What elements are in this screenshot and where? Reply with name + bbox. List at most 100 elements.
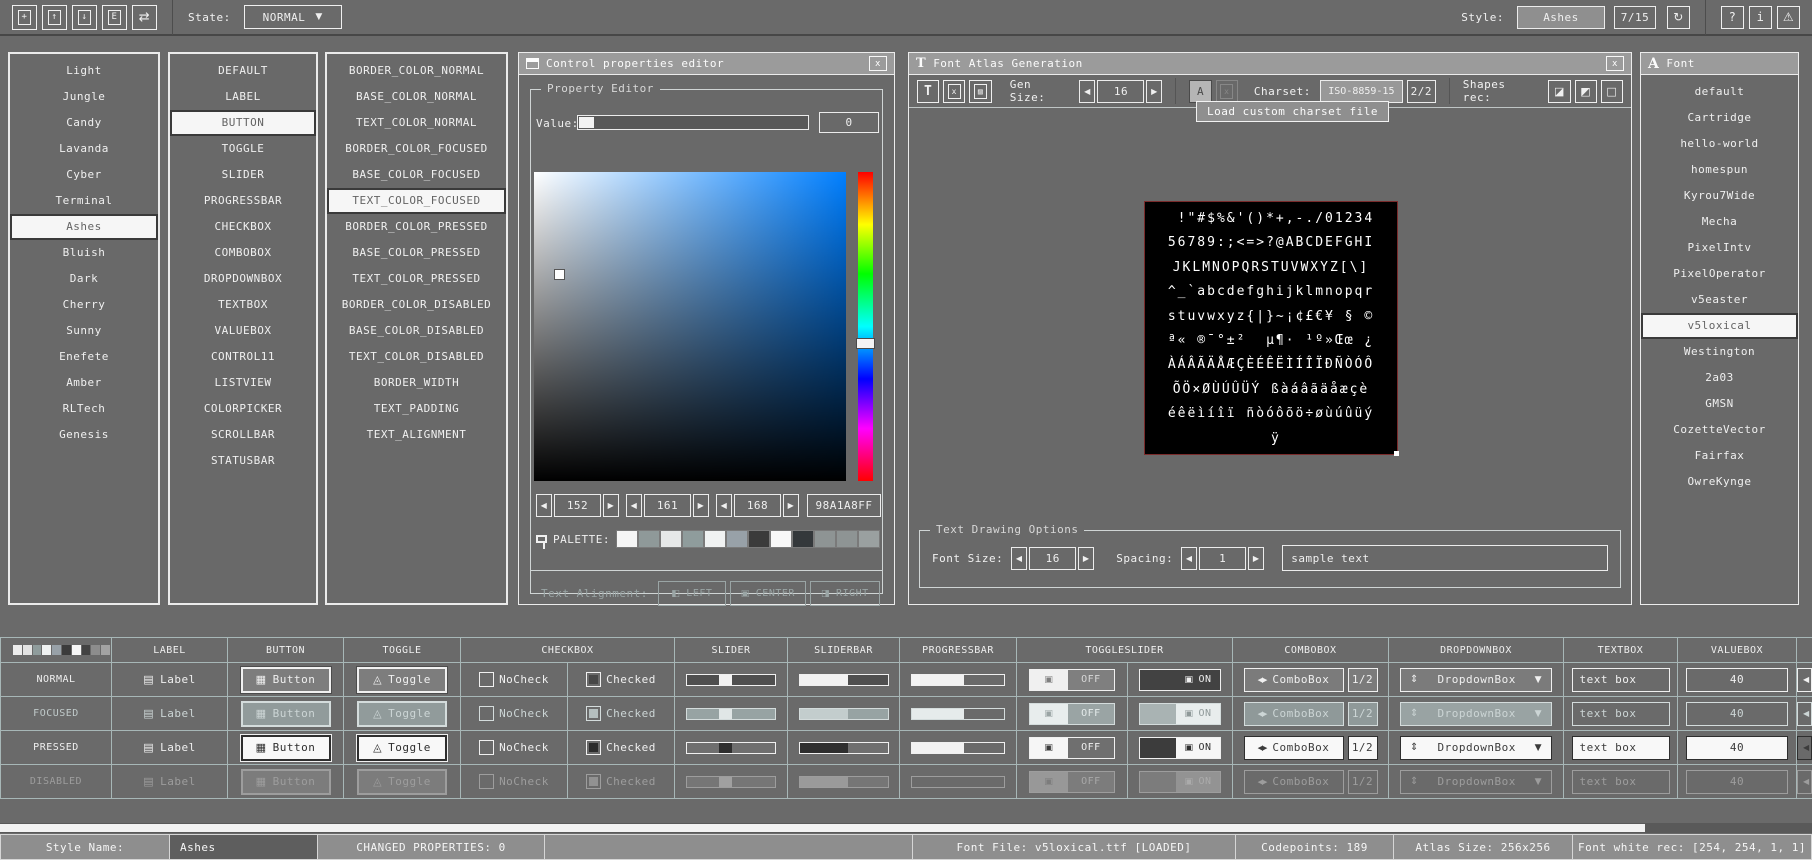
valuebox-control[interactable]: 40 [1686, 770, 1788, 794]
help-button[interactable]: ? [1721, 6, 1744, 29]
color-swatch[interactable] [836, 530, 858, 548]
list-item-enefete[interactable]: Enefete [10, 344, 158, 370]
gen-size-value[interactable]: 16 [1097, 80, 1144, 103]
spinner-right-icon[interactable]: ▶ [603, 494, 619, 517]
list-item-westington[interactable]: Westington [1641, 339, 1798, 365]
load-charset-button[interactable]: A [1189, 80, 1211, 103]
list-item-border-color-disabled[interactable]: BORDER_COLOR_DISABLED [327, 292, 506, 318]
font-panel-titlebar[interactable]: A Font [1641, 53, 1798, 75]
red-spinner[interactable]: ◀ 152 ▶ [536, 494, 619, 517]
checkbox-box[interactable] [479, 672, 494, 687]
list-item-border-color-focused[interactable]: BORDER_COLOR_FOCUSED [327, 136, 506, 162]
slider-control[interactable] [686, 742, 776, 754]
shapes-empty-button[interactable]: □ [1601, 80, 1623, 103]
spinner-right-icon[interactable]: ▶ [693, 494, 709, 517]
list-item-base-color-focused[interactable]: BASE_COLOR_FOCUSED [327, 162, 506, 188]
list-item-text-alignment[interactable]: TEXT_ALIGNMENT [327, 422, 506, 448]
combobox-counter[interactable]: 1/2 [1348, 702, 1378, 726]
textbox-control[interactable]: text box [1572, 668, 1670, 692]
spacing-spinner[interactable]: ◀ 1 ▶ [1181, 547, 1264, 570]
font-size-spinner[interactable]: ◀ 16 ▶ [1011, 547, 1094, 570]
dropdownbox-control[interactable]: ⇕DropdownBox▼ [1400, 770, 1552, 794]
list-item-amber[interactable]: Amber [10, 370, 158, 396]
list-item-2a03[interactable]: 2a03 [1641, 365, 1798, 391]
checkbox-box[interactable] [479, 706, 494, 721]
list-item-text-color-focused[interactable]: TEXT_COLOR_FOCUSED [327, 188, 506, 214]
unload-font-button[interactable]: x [943, 80, 965, 103]
color-swatch[interactable] [101, 645, 110, 655]
valuebox-control[interactable]: 40 [1686, 702, 1788, 726]
list-item-text-color-normal[interactable]: TEXT_COLOR_NORMAL [327, 110, 506, 136]
toggle-control[interactable]: ◬Toggle [357, 701, 447, 727]
properties-editor-titlebar[interactable]: Control properties editor x [519, 53, 894, 75]
spinner-partial-control[interactable]: ◀ [1797, 702, 1812, 726]
list-item-text-padding[interactable]: TEXT_PADDING [327, 396, 506, 422]
export-style-button[interactable]: E [102, 5, 127, 30]
dropdownbox-control[interactable]: ⇕DropdownBox▼ [1400, 702, 1552, 726]
list-item-default[interactable]: default [1641, 79, 1798, 105]
slider-thumb[interactable] [719, 709, 732, 719]
list-item-border-width[interactable]: BORDER_WIDTH [327, 370, 506, 396]
hex-color-value[interactable]: 98A1A8FF [807, 494, 881, 517]
toggleslider-off-control[interactable]: ▣OFF [1029, 703, 1115, 725]
color-swatch[interactable] [33, 645, 42, 655]
color-swatch[interactable] [52, 645, 61, 655]
slider-control[interactable] [686, 776, 776, 788]
checkbox-checked-control[interactable]: Checked [586, 774, 656, 789]
color-picker[interactable] [534, 172, 846, 481]
spinner-right-icon[interactable]: ▶ [1146, 80, 1162, 103]
toggleslider-knob[interactable]: ▣ [1030, 670, 1068, 690]
spinner-left-icon[interactable]: ◀ [536, 494, 552, 517]
atlas-resize-handle[interactable] [1394, 451, 1399, 456]
about-button[interactable]: i [1749, 6, 1772, 29]
scrollbar-thumb[interactable] [0, 824, 1645, 832]
load-style-button[interactable]: ↑ [42, 5, 67, 30]
toggleslider-on-control[interactable]: ▣ON [1139, 737, 1221, 759]
color-swatch[interactable] [704, 530, 726, 548]
textbox-control[interactable]: text box [1572, 702, 1670, 726]
sample-text-input[interactable]: sample text [1282, 545, 1608, 571]
list-item-v5loxical[interactable]: v5loxical [1641, 313, 1798, 339]
green-value[interactable]: 161 [644, 494, 691, 517]
list-item-cozettevector[interactable]: CozetteVector [1641, 417, 1798, 443]
color-swatch[interactable] [814, 530, 836, 548]
style-combobox[interactable]: Ashes [1517, 6, 1605, 29]
style-name-input[interactable]: Ashes [169, 834, 318, 860]
close-button[interactable]: x [869, 56, 887, 71]
unload-charset-button[interactable]: x [1216, 80, 1238, 103]
horizontal-scrollbar[interactable] [0, 823, 1812, 833]
toggleslider-off-control[interactable]: ▣OFF [1029, 771, 1115, 793]
color-swatch[interactable] [660, 530, 682, 548]
blue-value[interactable]: 168 [734, 494, 781, 517]
color-swatch[interactable] [62, 645, 71, 655]
combobox-control[interactable]: ◀▶ComboBox [1244, 668, 1344, 692]
textbox-control[interactable]: text box [1572, 736, 1670, 760]
list-item-genesis[interactable]: Genesis [10, 422, 158, 448]
checkbox-checked-control[interactable]: Checked [586, 706, 656, 721]
list-item-sunny[interactable]: Sunny [10, 318, 158, 344]
checkbox-checked-control[interactable]: Checked [586, 672, 656, 687]
toggleslider-knob[interactable]: ▣ [1030, 704, 1068, 724]
sliderbar-control[interactable] [799, 742, 889, 754]
font-atlas-image[interactable]: !"#$%&'()*+,-./0123456789:;<=>?@ABCDEFGH… [1144, 201, 1398, 455]
toggleslider-knob[interactable]: ▣ON [1176, 738, 1220, 758]
red-value[interactable]: 152 [554, 494, 601, 517]
toggleslider-on-control[interactable]: ▣ON [1139, 703, 1221, 725]
value-slider-thumb[interactable] [579, 117, 594, 128]
toggleslider-knob[interactable]: ▣ON [1176, 704, 1220, 724]
sliderbar-control[interactable] [799, 708, 889, 720]
list-item-border-color-pressed[interactable]: BORDER_COLOR_PRESSED [327, 214, 506, 240]
textbox-control[interactable]: text box [1572, 770, 1670, 794]
export-atlas-image-button[interactable]: ▨ [969, 80, 991, 103]
charset-value[interactable]: ISO-8859-15 [1320, 80, 1403, 103]
spinner-left-icon[interactable]: ◀ [626, 494, 642, 517]
value-slider[interactable] [577, 115, 809, 130]
spinner-right-icon[interactable]: ▶ [1078, 547, 1094, 570]
checkbox-box[interactable] [586, 672, 601, 687]
color-swatch[interactable] [792, 530, 814, 548]
value-box[interactable]: 0 [819, 112, 879, 133]
list-item-valuebox[interactable]: VALUEBOX [170, 318, 316, 344]
button-control[interactable]: ▦Button [241, 735, 331, 761]
toggleslider-on-control[interactable]: ▣ON [1139, 771, 1221, 793]
font-size-value[interactable]: 16 [1029, 547, 1076, 570]
